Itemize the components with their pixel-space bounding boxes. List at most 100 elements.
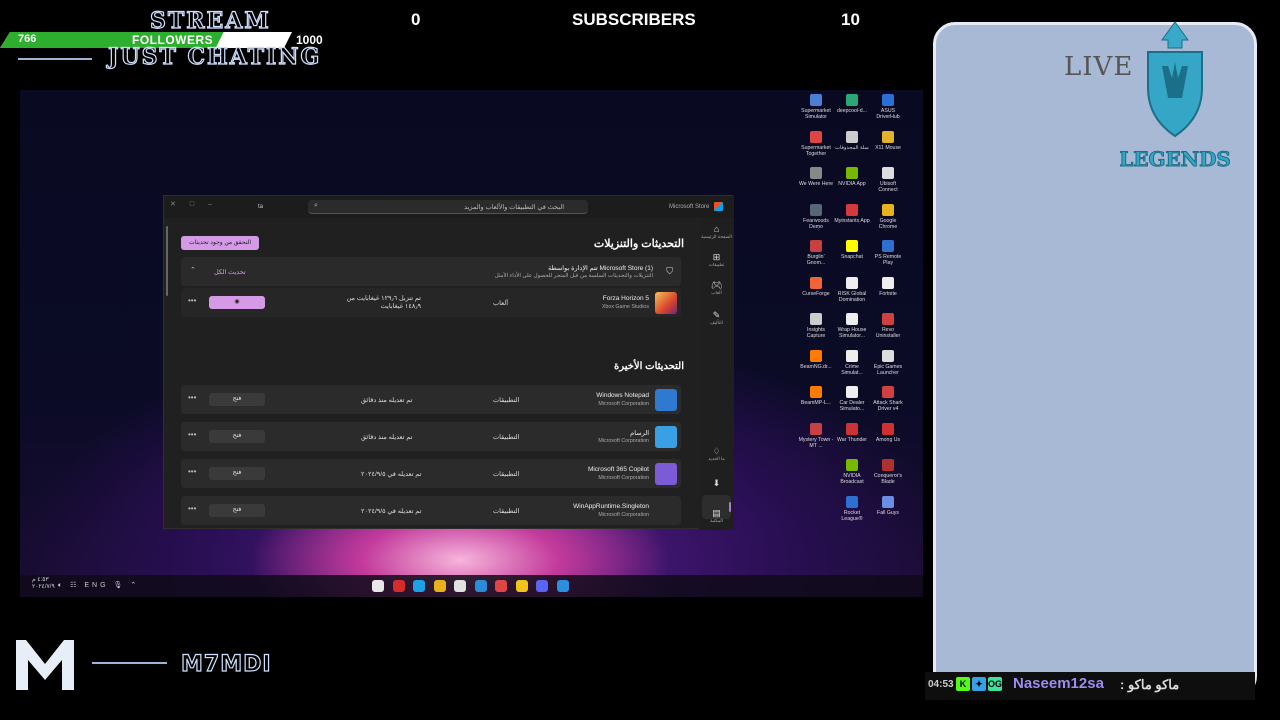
desktop-icon-label: Wrap House Simulator...	[837, 327, 867, 339]
open-button[interactable]: فتح	[209, 504, 265, 517]
app-title: Microsoft Store	[669, 204, 710, 210]
desktop-icon[interactable]: ASUS DriverHub	[870, 94, 906, 120]
chevron-up-icon[interactable]: ⌃	[130, 582, 139, 589]
open-button[interactable]: فتح	[209, 393, 265, 406]
m-logo	[16, 640, 74, 690]
search-icon: ⌕	[314, 202, 318, 209]
desktop-icon[interactable]: Insights Capture	[798, 313, 834, 339]
window-controls[interactable]: ✕□–	[170, 200, 226, 208]
desktop-icon[interactable]: NVIDIA Broadcast	[834, 459, 870, 485]
user-avatar[interactable]: ta	[258, 204, 263, 210]
chat-badge-icon: K	[956, 677, 970, 691]
more-options-icon[interactable]: •••	[188, 467, 196, 476]
app-category: التطبيقات	[493, 471, 520, 478]
desktop-icon[interactable]: Supermarket Simulator	[798, 94, 834, 120]
taskbar-app-icon[interactable]	[413, 580, 425, 592]
divider-line	[92, 662, 167, 664]
taskbar-app-icon[interactable]	[392, 580, 405, 592]
chat-message: : ماكو ماكو	[1120, 677, 1180, 692]
desktop-icon[interactable]: Fortnite	[870, 276, 906, 297]
desktop-icon[interactable]: War Thunder	[834, 422, 870, 443]
desktop-icon[interactable]: سلة المحذوفات	[834, 130, 870, 151]
desktop-icon[interactable]: We Were Here	[798, 167, 834, 187]
nav-item-whats-new[interactable]: ♢ ما الجديد	[699, 446, 734, 462]
chat-timestamp: 04:53	[928, 679, 954, 690]
desktop-icon-label: سلة المحذوفات	[835, 144, 869, 151]
taskbar-app-icon[interactable]	[556, 580, 569, 592]
desktop-icon[interactable]: Rocket League®	[834, 495, 870, 522]
desktop-icon[interactable]: Conqueror's Blade	[870, 459, 906, 485]
system-tray[interactable]: 🔈︎ ☷ ENG 🎙︎ ⌃	[58, 581, 139, 590]
taskbar-app-icon[interactable]	[495, 580, 507, 592]
recent-update-row: Windows Notepad Microsoft Corporation التط…	[181, 385, 681, 414]
app-icon	[846, 94, 858, 106]
desktop-icon[interactable]: deepcool-d...	[834, 94, 870, 114]
open-button[interactable]: فتح	[209, 430, 265, 443]
desktop-icon[interactable]: Crime Simulat...	[834, 349, 870, 376]
app-publisher: Microsoft Corporation	[598, 401, 649, 407]
desktop-icon[interactable]: X11 Mouse	[870, 130, 906, 151]
desktop-icon[interactable]: Snapchat	[834, 240, 870, 260]
desktop-icon[interactable]: Supermarket Together	[798, 130, 834, 157]
chat-badge-icon: ✦	[972, 677, 986, 691]
desktop-icon[interactable]: NVIDIA App	[834, 167, 870, 187]
nav-label: التأليف	[710, 320, 723, 325]
taskbar-app-icon[interactable]	[474, 580, 487, 592]
taskbar-app-icon[interactable]	[454, 580, 466, 592]
tray-clock[interactable]: ٤:٥٣ م ٢٠٢٤/٧/٩	[32, 577, 55, 591]
curseforge-icon	[810, 276, 822, 289]
desktop-icon[interactable]: Attack Shark Driver v4	[870, 386, 906, 412]
desktop-icon[interactable]: BeamMP-L...	[798, 386, 834, 406]
desktop-icon[interactable]: BeamNG.dr...	[798, 349, 834, 370]
scrollbar-thumb[interactable]	[166, 226, 168, 296]
nav-item-home[interactable]: ⌂ الصفحة الرئيسية	[699, 224, 734, 240]
taskbar-app-icon[interactable]	[372, 580, 384, 592]
snapchat-icon	[846, 240, 858, 252]
desktop-icon[interactable]: Mystery Town - MT ...	[798, 422, 834, 449]
nav-item-library[interactable]: ▤ المكتبة	[699, 508, 734, 524]
download-progress-button[interactable]: ◉	[209, 296, 265, 309]
desktop-icon[interactable]: PS Remote Play	[870, 240, 906, 266]
update-all-link[interactable]: تحديث الكل	[214, 268, 246, 276]
more-options-icon[interactable]: •••	[188, 393, 196, 402]
desktop-icon-label: Fearwoods Demo	[803, 217, 829, 230]
taskbar-app-icon[interactable]	[433, 580, 446, 592]
chat-username[interactable]: Naseem12sa	[1013, 675, 1104, 692]
more-options-icon[interactable]: •••	[188, 296, 196, 305]
desktop-icon-label: Google Chrome	[878, 217, 898, 230]
desktop-icon[interactable]: Epic Games Launcher	[870, 349, 906, 376]
taskbar-app-icon[interactable]	[515, 580, 528, 592]
desktop-icon[interactable]: Ubisoft Connect	[870, 167, 906, 193]
desktop-icon[interactable]: Fall Guys	[870, 495, 906, 516]
desktop-icon[interactable]: RISK Global Domination	[834, 276, 870, 303]
desktop-icon[interactable]: Wrap House Simulator...	[834, 313, 870, 339]
desktop-icon[interactable]: Among Us	[870, 422, 906, 443]
more-options-icon[interactable]: •••	[188, 430, 196, 439]
nav-item-downloads[interactable]: ⬇	[699, 478, 734, 488]
desktop-icon[interactable]: Fearwoods Demo	[798, 203, 834, 230]
network-icon[interactable]: ☷	[70, 582, 79, 589]
managed-subtitle: التنزيلات والتحديثات السلسة من قبل المتج…	[494, 273, 653, 279]
open-button[interactable]: فتح	[209, 467, 265, 480]
check-updates-button[interactable]: التحقق من وجود تحديثات	[181, 236, 259, 250]
chevron-up-icon[interactable]: ⌃	[190, 266, 196, 274]
nav-item-pen[interactable]: ✎ التأليف	[699, 310, 734, 326]
mic-icon[interactable]: 🎙︎	[114, 582, 126, 589]
desktop-icon[interactable]: Google Chrome	[870, 203, 906, 230]
desktop-icon[interactable]: Car Dealer Simulato...	[834, 386, 870, 412]
search-input[interactable]: ⌕ البحث في التطبيقات والألعاب والمزيد	[308, 200, 588, 214]
nav-item-gamepad[interactable]: 🎮︎ ألعاب	[699, 280, 734, 296]
desktop-icon[interactable]: Burglin' Gnom...	[798, 240, 834, 266]
desktop-icon[interactable]: Myinstants App	[834, 203, 870, 224]
taskbar-app-icon[interactable]	[536, 580, 548, 592]
language-indicator[interactable]: ENG	[84, 582, 108, 589]
desktop-icon[interactable]: Revo Uninstaller	[870, 313, 906, 339]
nav-item-apps[interactable]: ⊞ تطبيقات	[699, 252, 734, 268]
volume-icon[interactable]: 🔈︎	[58, 582, 65, 589]
more-options-icon[interactable]: •••	[188, 504, 196, 513]
desktop-icon[interactable]: CurseForge	[798, 276, 834, 297]
forza-horizon-icon	[655, 292, 677, 314]
desktop-icon-label: Snapchat	[841, 254, 863, 260]
managed-by-store-card[interactable]: ⛉ تتم الإدارة بواسطة Microsoft Store (1)…	[181, 257, 681, 286]
fall-guys-icon	[882, 495, 894, 508]
